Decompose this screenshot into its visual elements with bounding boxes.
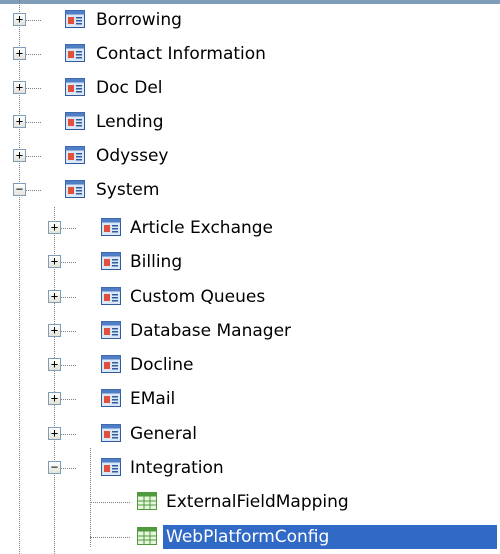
expand-icon[interactable]: + [48, 324, 61, 337]
tree-node-doc-del[interactable]: + Doc Del [0, 71, 500, 105]
tree-node-label-selected[interactable]: WebPlatformConfig [163, 525, 497, 549]
report-form-icon [65, 180, 85, 198]
tree-node-label[interactable]: EMail [127, 387, 178, 411]
expand-icon[interactable]: + [13, 149, 26, 162]
tree-node-label[interactable]: Docline [127, 353, 197, 377]
expand-icon[interactable]: + [13, 47, 26, 60]
tree-node-lending[interactable]: + Lending [0, 105, 500, 139]
tree-node-label[interactable]: Doc Del [93, 76, 166, 100]
report-form-icon [65, 10, 85, 28]
expand-icon[interactable]: + [48, 221, 61, 234]
tree-node-general[interactable]: + General [0, 417, 500, 451]
table-grid-icon [137, 527, 157, 545]
report-form-icon [101, 389, 121, 407]
tree-node-odyssey[interactable]: + Odyssey [0, 139, 500, 173]
report-form-icon [65, 78, 85, 96]
report-form-icon [101, 252, 121, 270]
tree-node-label[interactable]: Borrowing [93, 8, 185, 32]
tree-node-label[interactable]: Contact Information [93, 42, 269, 66]
tree-node-custom-queues[interactable]: + Custom Queues [0, 280, 500, 314]
expand-icon[interactable]: + [48, 290, 61, 303]
expand-icon[interactable]: + [48, 255, 61, 268]
expand-icon[interactable]: + [48, 358, 61, 371]
tree-node-article-exchange[interactable]: + Article Exchange [0, 211, 500, 245]
table-grid-icon [137, 492, 157, 510]
tree-node-integration[interactable]: − Integration [0, 451, 500, 485]
expand-icon[interactable]: + [48, 427, 61, 440]
tree-node-label[interactable]: ExternalFieldMapping [163, 490, 352, 514]
report-form-icon [101, 218, 121, 236]
tree-node-billing[interactable]: + Billing [0, 245, 500, 279]
tree-node-label[interactable]: Billing [127, 250, 185, 274]
report-form-icon [101, 458, 121, 476]
tree-node-label[interactable]: Custom Queues [127, 285, 268, 309]
tree-node-system[interactable]: − System [0, 173, 500, 207]
tree-node-label[interactable]: Integration [127, 456, 227, 480]
tree-node-label[interactable]: Article Exchange [127, 216, 276, 240]
expand-icon[interactable]: + [13, 13, 26, 26]
tree-node-label[interactable]: Odyssey [93, 144, 171, 168]
settings-tree: + Borrowing + Contact Information + Doc … [0, 0, 500, 554]
tree-node-label[interactable]: General [127, 422, 200, 446]
tree-node-label[interactable]: Lending [93, 110, 167, 134]
tree-node-label[interactable]: Database Manager [127, 319, 294, 343]
tree-node-web-platform-config[interactable]: WebPlatformConfig [0, 520, 500, 554]
tree-node-contact-information[interactable]: + Contact Information [0, 37, 500, 71]
collapse-icon[interactable]: − [13, 183, 26, 196]
report-form-icon [101, 355, 121, 373]
report-form-icon [65, 44, 85, 62]
tree-node-borrowing[interactable]: + Borrowing [0, 3, 500, 37]
tree-connector [90, 502, 130, 503]
tree-node-email[interactable]: + EMail [0, 382, 500, 416]
tree-node-label[interactable]: System [93, 178, 162, 202]
report-form-icon [65, 112, 85, 130]
collapse-icon[interactable]: − [48, 461, 61, 474]
expand-icon[interactable]: + [48, 392, 61, 405]
report-form-icon [101, 287, 121, 305]
tree-node-external-field-mapping[interactable]: ExternalFieldMapping [0, 485, 500, 519]
report-form-icon [65, 146, 85, 164]
expand-icon[interactable]: + [13, 81, 26, 94]
report-form-icon [101, 424, 121, 442]
tree-node-docline[interactable]: + Docline [0, 348, 500, 382]
tree-node-database-manager[interactable]: + Database Manager [0, 314, 500, 348]
report-form-icon [101, 321, 121, 339]
tree-connector [90, 537, 130, 538]
expand-icon[interactable]: + [13, 115, 26, 128]
